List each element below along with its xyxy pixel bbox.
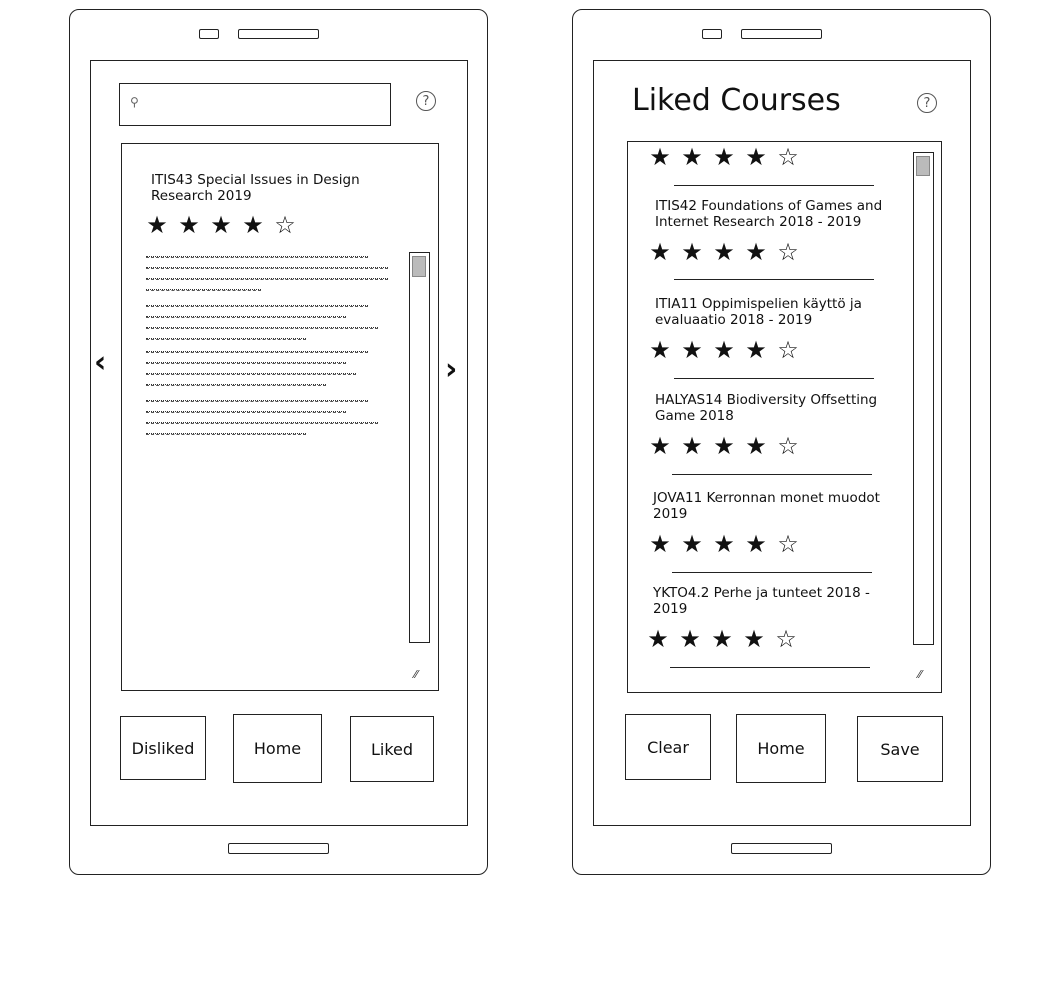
star-icon[interactable]: ★	[744, 434, 768, 458]
star-icon[interactable]: ★	[648, 145, 672, 169]
star-icon[interactable]: ★	[680, 532, 704, 556]
list-item-rating[interactable]: ★ ★ ★ ★ ☆	[648, 145, 800, 169]
scrollbar-thumb[interactable]	[916, 156, 930, 176]
course-description	[146, 256, 391, 446]
list-item-title: ITIA11 Oppimispelien käyttö ja evaluaati…	[655, 296, 862, 328]
course-title: ITIS43 Special Issues in Design Research…	[151, 172, 360, 204]
star-icon[interactable]: ★	[710, 627, 734, 651]
star-icon[interactable]: ★	[177, 213, 201, 237]
liked-button[interactable]: Liked	[350, 716, 434, 782]
resize-grip-icon[interactable]: ⁄⁄	[414, 668, 418, 681]
list-divider	[670, 667, 870, 668]
right-phone-home-bar	[731, 843, 832, 854]
star-icon[interactable]: ★	[648, 434, 672, 458]
star-icon[interactable]: ★	[744, 338, 768, 362]
star-icon[interactable]: ★	[680, 240, 704, 264]
star-icon[interactable]: ★	[680, 434, 704, 458]
star-icon[interactable]: ☆	[776, 532, 800, 556]
chevron-right-icon[interactable]: ›	[445, 352, 457, 387]
star-icon[interactable]: ★	[744, 240, 768, 264]
star-icon[interactable]: ★	[241, 213, 265, 237]
star-icon[interactable]: ☆	[776, 145, 800, 169]
left-phone-home-bar	[228, 843, 329, 854]
list-item-rating[interactable]: ★ ★ ★ ★ ☆	[648, 434, 800, 458]
star-icon[interactable]: ☆	[774, 627, 798, 651]
liked-courses-list: ★ ★ ★ ★ ☆ ITIS42 Foundations of Games an…	[627, 141, 942, 693]
star-icon[interactable]: ★	[712, 240, 736, 264]
list-item-title: HALYAS14 Biodiversity Offsetting Game 20…	[655, 392, 878, 424]
star-icon[interactable]: ★	[209, 213, 233, 237]
list-divider	[674, 279, 874, 280]
help-icon[interactable]: ?	[917, 93, 937, 113]
course-rating[interactable]: ★ ★ ★ ★ ☆	[145, 213, 297, 237]
right-phone-camera	[702, 29, 722, 39]
star-icon[interactable]: ★	[648, 532, 672, 556]
star-icon[interactable]: ☆	[776, 338, 800, 362]
clear-button[interactable]: Clear	[625, 714, 711, 780]
search-field[interactable]: ⚲	[119, 83, 391, 126]
star-icon[interactable]: ☆	[273, 213, 297, 237]
list-scrollbar[interactable]	[913, 152, 934, 645]
star-icon[interactable]: ★	[712, 434, 736, 458]
page-title: Liked Courses	[632, 83, 841, 118]
left-phone-speaker	[238, 29, 319, 39]
star-icon[interactable]: ★	[145, 213, 169, 237]
right-phone-speaker	[741, 29, 822, 39]
star-icon[interactable]: ★	[744, 532, 768, 556]
search-input[interactable]	[148, 90, 384, 118]
scrollbar-thumb[interactable]	[412, 256, 426, 277]
star-icon[interactable]: ★	[678, 627, 702, 651]
star-icon[interactable]: ★	[712, 338, 736, 362]
chevron-left-icon[interactable]: ‹	[94, 345, 106, 380]
list-item-rating[interactable]: ★ ★ ★ ★ ☆	[648, 532, 800, 556]
star-icon[interactable]: ★	[646, 627, 670, 651]
star-icon[interactable]: ★	[680, 338, 704, 362]
home-button[interactable]: Home	[736, 714, 826, 783]
resize-grip-icon[interactable]: ⁄⁄	[918, 668, 922, 681]
star-icon[interactable]: ★	[648, 240, 672, 264]
list-divider	[672, 572, 872, 573]
star-icon[interactable]: ★	[712, 145, 736, 169]
disliked-button[interactable]: Disliked	[120, 716, 206, 780]
star-icon[interactable]: ★	[680, 145, 704, 169]
star-icon[interactable]: ★	[744, 145, 768, 169]
star-icon[interactable]: ★	[648, 338, 672, 362]
home-button[interactable]: Home	[233, 714, 322, 783]
list-divider	[674, 185, 874, 186]
help-icon[interactable]: ?	[416, 91, 436, 111]
list-item-rating[interactable]: ★ ★ ★ ★ ☆	[648, 240, 800, 264]
star-icon[interactable]: ☆	[776, 434, 800, 458]
star-icon[interactable]: ☆	[776, 240, 800, 264]
list-item-rating[interactable]: ★ ★ ★ ★ ☆	[648, 338, 800, 362]
list-item-title: ITIS42 Foundations of Games and Internet…	[655, 198, 883, 230]
list-item-rating[interactable]: ★ ★ ★ ★ ☆	[646, 627, 798, 651]
star-icon[interactable]: ★	[742, 627, 766, 651]
save-button[interactable]: Save	[857, 716, 943, 782]
description-scrollbar[interactable]	[409, 252, 430, 643]
list-item-title: JOVA11 Kerronnan monet muodot 2019	[653, 490, 880, 522]
star-icon[interactable]: ★	[712, 532, 736, 556]
list-divider	[674, 378, 874, 379]
list-item-title: YKTO4.2 Perhe ja tunteet 2018 - 2019	[653, 585, 870, 617]
left-phone-camera	[199, 29, 219, 39]
list-divider	[672, 474, 872, 475]
search-icon: ⚲	[130, 95, 139, 109]
